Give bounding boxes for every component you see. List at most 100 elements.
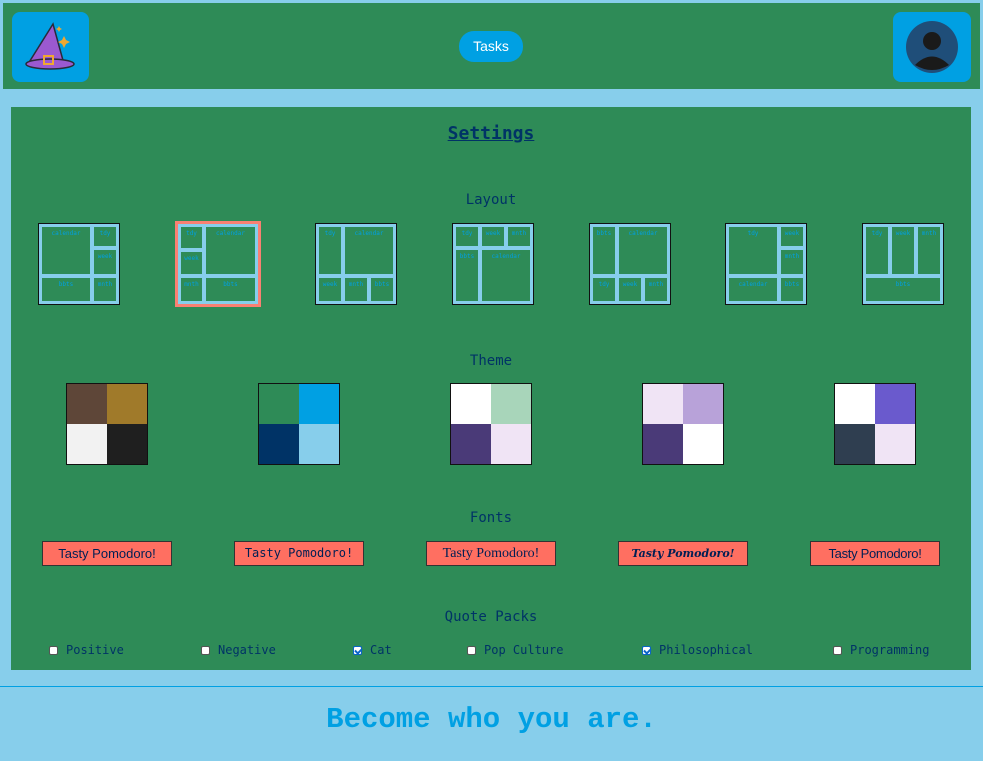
layout-cell: week — [482, 227, 504, 246]
theme-option-1[interactable] — [66, 383, 148, 465]
theme-swatch — [67, 424, 107, 464]
layout-cell: mnth — [508, 227, 530, 246]
font-option-1[interactable]: Tasty Pomodoro! — [42, 541, 172, 566]
quote-pack-negative[interactable]: Negative — [201, 642, 276, 658]
checkbox[interactable] — [353, 645, 362, 655]
tasks-button[interactable]: Tasks — [459, 31, 523, 62]
layout-cell: bbts — [866, 278, 940, 301]
layout-option-7[interactable]: tdy week mnth bbts — [862, 223, 944, 305]
checkbox[interactable] — [642, 645, 651, 655]
theme-swatch — [259, 424, 299, 464]
font-option-4[interactable]: Tasty Pomodoro! — [618, 541, 748, 566]
quote-pack-cat[interactable]: Cat — [353, 642, 392, 658]
layout-cell: tdy — [593, 278, 615, 301]
quote-pack-programming[interactable]: Programming — [833, 642, 929, 658]
layout-option-2[interactable]: tdy calendar week mnth bbts — [175, 221, 261, 307]
page-title: Settings — [447, 123, 535, 144]
layout-cell: week — [319, 278, 341, 301]
theme-swatch — [67, 384, 107, 424]
quote-pack-label: Pop Culture — [484, 643, 564, 657]
layout-cell: bbts — [781, 278, 803, 301]
theme-swatch — [259, 384, 299, 424]
layout-cell: calendar — [206, 227, 255, 274]
layout-heading: Layout — [465, 192, 517, 208]
layout-option-3[interactable]: tdy calendar week mnth bbts — [315, 223, 397, 305]
layout-cell: mnth — [94, 278, 116, 301]
layout-cell: calendar — [619, 227, 667, 274]
layout-option-4[interactable]: tdy week mnth bbts calendar — [452, 223, 534, 305]
quote-pack-label: Negative — [218, 643, 276, 657]
theme-swatch — [683, 384, 723, 424]
layout-cell: bbts — [42, 278, 90, 301]
layout-cell: tdy — [729, 227, 777, 274]
quote-pack-label: Philosophical — [659, 643, 753, 657]
font-option-2[interactable]: Tasty Pomodoro! — [234, 541, 364, 566]
theme-swatch — [683, 424, 723, 464]
theme-swatch — [643, 424, 683, 464]
layout-cell: calendar — [345, 227, 393, 274]
layout-cell: bbts — [456, 250, 478, 301]
layout-cell: calendar — [42, 227, 90, 274]
theme-swatch — [491, 424, 531, 464]
checkbox[interactable] — [49, 645, 58, 655]
layout-option-1[interactable]: calendar tdy week bbts mnth — [38, 223, 120, 305]
user-avatar-button[interactable] — [893, 12, 971, 82]
checkbox[interactable] — [201, 645, 210, 655]
layout-cell: tdy — [456, 227, 478, 246]
layout-cell: tdy — [866, 227, 888, 274]
layout-cell: mnth — [781, 250, 803, 274]
theme-option-5[interactable] — [834, 383, 916, 465]
layout-cell: week — [619, 278, 641, 301]
layout-cell: mnth — [918, 227, 940, 274]
layout-cell: tdy — [319, 227, 341, 274]
theme-swatch — [643, 384, 683, 424]
checkbox[interactable] — [467, 645, 476, 655]
theme-swatch — [875, 424, 915, 464]
theme-swatch — [875, 384, 915, 424]
logo-button[interactable] — [12, 12, 89, 82]
layout-cell: mnth — [645, 278, 667, 301]
font-option-3[interactable]: Tasty Pomodoro! — [426, 541, 556, 566]
theme-swatch — [835, 424, 875, 464]
theme-swatch — [299, 424, 339, 464]
theme-swatch — [299, 384, 339, 424]
user-avatar-icon — [906, 21, 958, 73]
theme-swatch — [491, 384, 531, 424]
theme-swatch — [451, 424, 491, 464]
settings-panel: Settings Layout calendar tdy week bbts m… — [11, 107, 971, 670]
font-option-5[interactable]: Tasty Pomodoro! — [810, 541, 940, 566]
layout-cell: week — [781, 227, 803, 246]
quote-pack-philosophical[interactable]: Philosophical — [642, 642, 753, 658]
layout-option-6[interactable]: tdy week mnth calendar bbts — [725, 223, 807, 305]
layout-cell: mnth — [345, 278, 367, 301]
layout-cell: mnth — [181, 278, 202, 301]
layout-option-5[interactable]: bbts calendar tdy week mnth — [589, 223, 671, 305]
layout-cell: week — [892, 227, 914, 274]
theme-swatch — [835, 384, 875, 424]
quote-packs-heading: Quote Packs — [444, 609, 538, 625]
theme-option-2[interactable] — [258, 383, 340, 465]
fonts-heading: Fonts — [469, 510, 513, 526]
top-bar: Tasks — [3, 3, 980, 89]
quote-pack-pop-culture[interactable]: Pop Culture — [467, 642, 563, 658]
quote-pack-label: Positive — [66, 643, 124, 657]
theme-swatch — [107, 424, 147, 464]
wizard-hat-icon — [25, 22, 75, 70]
layout-cell: week — [181, 252, 202, 274]
theme-heading: Theme — [469, 353, 513, 369]
layout-cell: bbts — [206, 278, 255, 301]
quote-pack-label: Cat — [370, 643, 392, 657]
theme-option-4[interactable] — [642, 383, 724, 465]
layout-cell: calendar — [729, 278, 777, 301]
quote-pack-positive[interactable]: Positive — [49, 642, 124, 658]
theme-swatch — [107, 384, 147, 424]
layout-cell: tdy — [94, 227, 116, 246]
layout-cell: tdy — [181, 227, 202, 248]
quote-pack-label: Programming — [850, 643, 930, 657]
daily-quote: Become who you are. — [326, 703, 657, 736]
footer-quote-bar: Become who you are. — [0, 686, 983, 761]
layout-cell: calendar — [482, 250, 530, 301]
checkbox[interactable] — [833, 645, 842, 655]
layout-cell: bbts — [371, 278, 393, 301]
theme-option-3[interactable] — [450, 383, 532, 465]
